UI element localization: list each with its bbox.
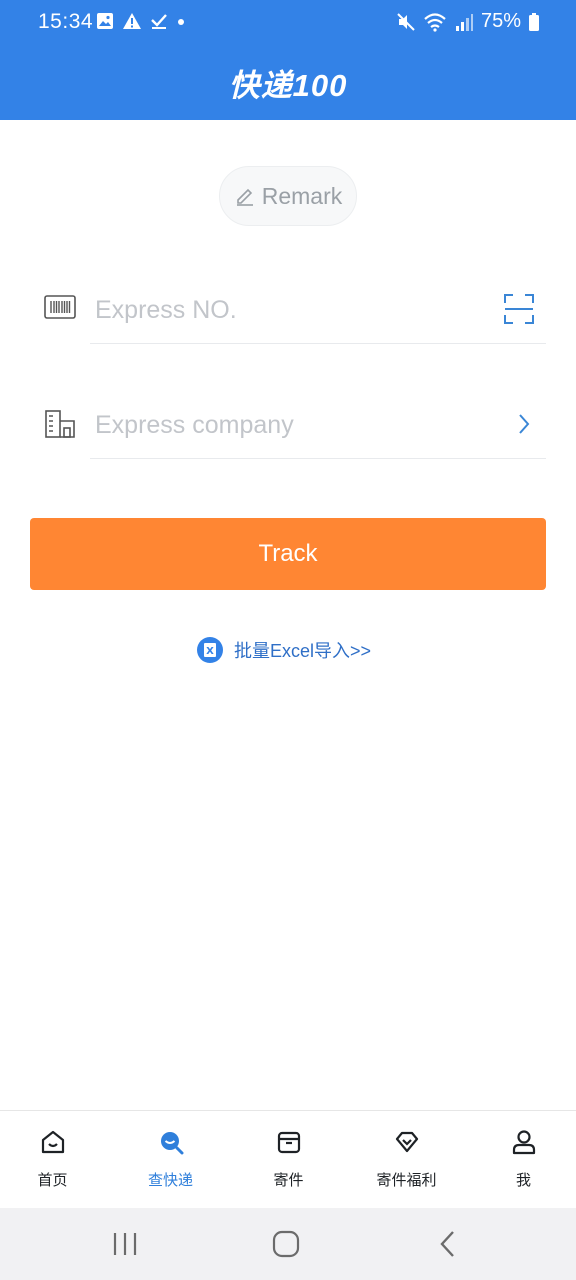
search-parcel-icon — [160, 1132, 183, 1155]
status-bar: 15:34 75% — [0, 0, 576, 46]
nav-item-home[interactable]: 首页 — [0, 1111, 110, 1209]
excel-import-label: 批量Excel导入>> — [234, 641, 372, 661]
divider — [90, 343, 546, 344]
dot-icon — [178, 19, 184, 25]
check-icon — [151, 14, 167, 29]
app-logo-title: 快递100 — [228, 68, 348, 103]
chevron-right-icon — [519, 414, 530, 434]
bottom-navigation: 首页 查快递 寄件 寄件福利 我 — [0, 1110, 576, 1208]
express-number-placeholder: Express NO. — [95, 296, 237, 324]
nav-item-me[interactable]: 我 — [466, 1111, 576, 1209]
nav-item-benefits[interactable]: 寄件福利 — [349, 1111, 464, 1209]
back-button[interactable] — [438, 1230, 458, 1258]
remark-label: Remark — [261, 182, 343, 209]
scan-icon[interactable] — [504, 294, 534, 324]
pencil-icon — [236, 188, 253, 206]
user-icon — [512, 1130, 535, 1155]
divider — [90, 458, 546, 459]
nav-label-home: 首页 — [37, 1172, 68, 1189]
express-number-field[interactable]: Express NO. — [0, 280, 576, 344]
building-icon — [45, 410, 75, 438]
nav-label-track: 查快递 — [147, 1172, 193, 1189]
home-icon — [41, 1130, 64, 1154]
express-company-selector[interactable]: Express company — [0, 395, 576, 459]
mute-icon — [397, 12, 415, 31]
recents-button[interactable] — [112, 1230, 138, 1258]
nav-label-send: 寄件 — [273, 1172, 304, 1189]
wifi-icon — [424, 12, 446, 32]
signal-icon — [455, 13, 473, 31]
status-right-icons: 75% — [396, 10, 540, 33]
battery-icon — [529, 12, 539, 31]
barcode-icon — [44, 295, 76, 319]
gift-heart-icon — [395, 1131, 418, 1153]
excel-import-link[interactable]: X 批量Excel导入>> — [196, 636, 371, 664]
express-company-placeholder: Express company — [95, 411, 294, 439]
excel-icon: X — [197, 637, 223, 663]
nav-label-benefits: 寄件福利 — [376, 1172, 437, 1189]
track-button[interactable]: Track — [30, 518, 546, 590]
nav-item-track[interactable]: 查快递 — [113, 1111, 228, 1209]
box-icon — [277, 1131, 300, 1154]
status-left-icons — [96, 12, 186, 30]
nav-item-send[interactable]: 寄件 — [231, 1111, 346, 1209]
app-header: 15:34 75% 快递100 — [0, 0, 576, 120]
status-time: 15:34 — [38, 10, 94, 33]
image-icon — [97, 13, 113, 29]
remark-button[interactable]: Remark — [219, 166, 357, 226]
home-button[interactable] — [272, 1230, 300, 1258]
system-navigation-bar — [0, 1208, 576, 1280]
warning-icon — [123, 13, 141, 29]
battery-percent: 75% — [480, 10, 521, 32]
nav-label-me: 我 — [515, 1172, 531, 1189]
svg-text:X: X — [206, 646, 214, 657]
